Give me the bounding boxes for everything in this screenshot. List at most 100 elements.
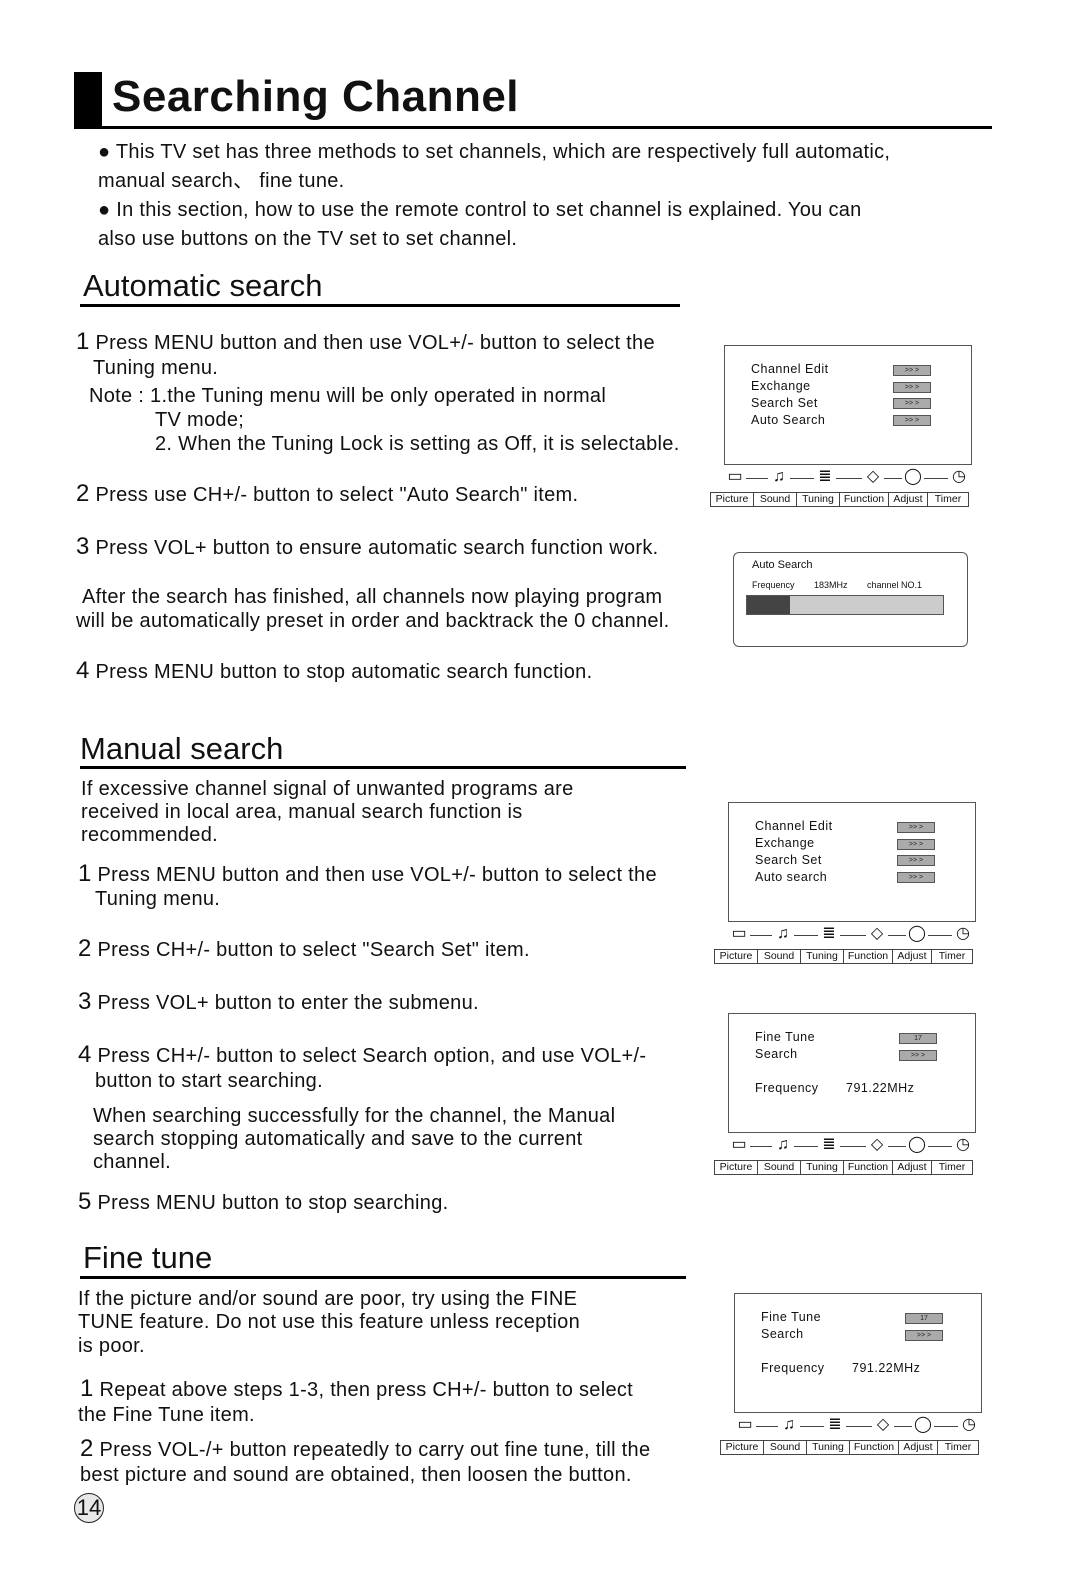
progress-fill	[747, 596, 791, 614]
title-divider	[74, 126, 992, 129]
menu-item-channel-edit: Channel Edit	[751, 362, 829, 376]
step-number: 1	[78, 860, 92, 887]
tuning-menu-screen-1: Channel Edit Exchange Search Set Auto Se…	[724, 345, 972, 465]
tab-tuning: Tuning	[806, 1441, 849, 1454]
search-set-screen-2: Fine Tune Search Frequency 791.22MHz 17 …	[734, 1293, 982, 1413]
tab-picture: Picture	[715, 493, 749, 505]
step-number: 2	[76, 480, 90, 507]
picture-icon: ▭	[728, 924, 750, 944]
picture-icon: ▭	[728, 1135, 750, 1155]
menu-item-exchange: Exchange	[751, 379, 811, 393]
step-number: 3	[78, 988, 92, 1015]
tab-sound: Sound	[753, 493, 796, 506]
menu-icon-row: ▭ ♫ ≣ ◇ ◯ ◷	[722, 467, 974, 489]
tab-timer: Timer	[931, 1161, 972, 1174]
manual-step-4: 4 Press CH+/- button to select Search op…	[78, 1043, 646, 1068]
timer-icon: ◷	[958, 1415, 980, 1435]
picture-icon: ▭	[724, 467, 746, 487]
note-line-3: 2. When the Tuning Lock is setting as Of…	[155, 433, 680, 455]
after-search-line-1: After the search has finished, all chann…	[82, 586, 663, 608]
intro-line-4: also use buttons on the TV set to set ch…	[98, 228, 518, 250]
arrow-button: >> >	[893, 365, 931, 376]
fine-intro-2: TUNE feature. Do not use this feature un…	[78, 1311, 581, 1333]
tab-picture: Picture	[719, 1161, 753, 1173]
fine-step-1-cont: the Fine Tune item.	[78, 1404, 255, 1426]
manual-intro-1: If excessive channel signal of unwanted …	[81, 778, 574, 800]
tab-sound: Sound	[757, 1161, 800, 1174]
menu-tabs: Picture Sound Tuning Function Adjust Tim…	[714, 949, 973, 964]
tab-picture: Picture	[719, 950, 753, 962]
manual-step-4-cont: button to start searching.	[95, 1070, 323, 1092]
tuning-menu-screen-2: Channel Edit Exchange Search Set Auto se…	[728, 802, 976, 922]
auto-step-4: 4 Press MENU button to stop automatic se…	[76, 659, 592, 684]
step-text: Press MENU button and then use VOL+/- bu…	[97, 864, 657, 886]
search-label: Search	[761, 1327, 804, 1341]
search-set-screen-1: Fine Tune Search Frequency 791.22MHz 17 …	[728, 1013, 976, 1133]
tab-timer: Timer	[927, 493, 968, 506]
channel-number: channel NO.1	[867, 580, 923, 590]
tab-timer: Timer	[931, 950, 972, 963]
step-text: Press MENU button to stop automatic sear…	[95, 661, 593, 683]
fine-intro-3: is poor.	[78, 1335, 145, 1357]
manual-step-2: 2 Press CH+/- button to select "Search S…	[78, 937, 530, 962]
adjust-icon: ◯	[906, 924, 928, 944]
step-text: Press VOL-/+ button repeatedly to carry …	[99, 1439, 651, 1461]
tab-function: Function	[843, 950, 892, 963]
tuning-icon: ≣	[818, 924, 840, 944]
step-text: Press CH+/- button to select Search opti…	[97, 1045, 647, 1067]
adjust-icon: ◯	[902, 467, 924, 487]
manual-step-5: 5 Press MENU button to stop searching.	[78, 1190, 448, 1215]
frequency-value: 791.22MHz	[852, 1361, 921, 1375]
intro-line-1: ● This TV set has three methods to set c…	[98, 141, 891, 163]
note-line-1: Note : 1.the Tuning menu will be only op…	[89, 385, 607, 407]
step-number: 3	[76, 533, 90, 560]
step-text: Press VOL+ button to ensure automatic se…	[95, 537, 659, 559]
menu-tabs: Picture Sound Tuning Function Adjust Tim…	[710, 492, 969, 507]
step-text: Press use CH+/- button to select "Auto S…	[95, 484, 579, 506]
step-number: 1	[76, 328, 90, 355]
menu-item-search-set: Search Set	[751, 396, 818, 410]
tab-adjust: Adjust	[892, 950, 931, 963]
step-text: Press MENU button and then use VOL+/- bu…	[95, 332, 655, 354]
menu-item-auto-search: Auto Search	[751, 413, 826, 427]
auto-step-1-cont: Tuning menu.	[93, 357, 219, 379]
manual-note-1: When searching successfully for the chan…	[93, 1105, 616, 1127]
timer-icon: ◷	[952, 1135, 974, 1155]
frequency-label: Frequency	[761, 1361, 825, 1375]
manual-intro-3: recommended.	[81, 824, 218, 846]
tab-timer: Timer	[937, 1441, 978, 1454]
timer-icon: ◷	[948, 467, 970, 487]
picture-icon: ▭	[734, 1415, 756, 1435]
tuning-icon: ≣	[814, 467, 836, 487]
frequency-value: 183MHz	[814, 580, 848, 590]
page-number: 14	[74, 1493, 104, 1523]
fine-tune-label: Fine Tune	[755, 1030, 816, 1044]
menu-item-exchange: Exchange	[755, 836, 815, 850]
fine-tune-value: 17	[899, 1033, 937, 1044]
tab-sound: Sound	[763, 1441, 806, 1454]
adjust-icon: ◯	[912, 1415, 934, 1435]
section-divider	[80, 1276, 686, 1279]
menu-tabs: Picture Sound Tuning Function Adjust Tim…	[720, 1440, 979, 1455]
auto-step-1: 1 Press MENU button and then use VOL+/- …	[76, 330, 655, 355]
menu-tabs: Picture Sound Tuning Function Adjust Tim…	[714, 1160, 973, 1175]
step-text: Repeat above steps 1-3, then press CH+/-…	[99, 1379, 634, 1401]
menu-icon-row: ▭ ♫ ≣ ◇ ◯ ◷	[732, 1415, 984, 1437]
section-divider	[80, 766, 686, 769]
step-number: 1	[80, 1375, 94, 1402]
auto-search-heading: Automatic search	[83, 268, 323, 303]
section-divider	[80, 304, 680, 307]
fine-tune-label: Fine Tune	[761, 1310, 822, 1324]
menu-item-search-set: Search Set	[755, 853, 822, 867]
manual-step-1: 1 Press MENU button and then use VOL+/- …	[78, 862, 657, 887]
manual-note-3: channel.	[93, 1151, 172, 1173]
search-progress-bar	[746, 595, 944, 615]
step-number: 5	[78, 1188, 92, 1215]
step-number: 4	[76, 657, 90, 684]
arrow-button: >> >	[893, 398, 931, 409]
fine-step-1: 1 Repeat above steps 1-3, then press CH+…	[80, 1377, 633, 1402]
tab-sound: Sound	[757, 950, 800, 963]
sound-icon: ♫	[772, 924, 794, 944]
function-icon: ◇	[872, 1415, 894, 1435]
function-icon: ◇	[866, 1135, 888, 1155]
